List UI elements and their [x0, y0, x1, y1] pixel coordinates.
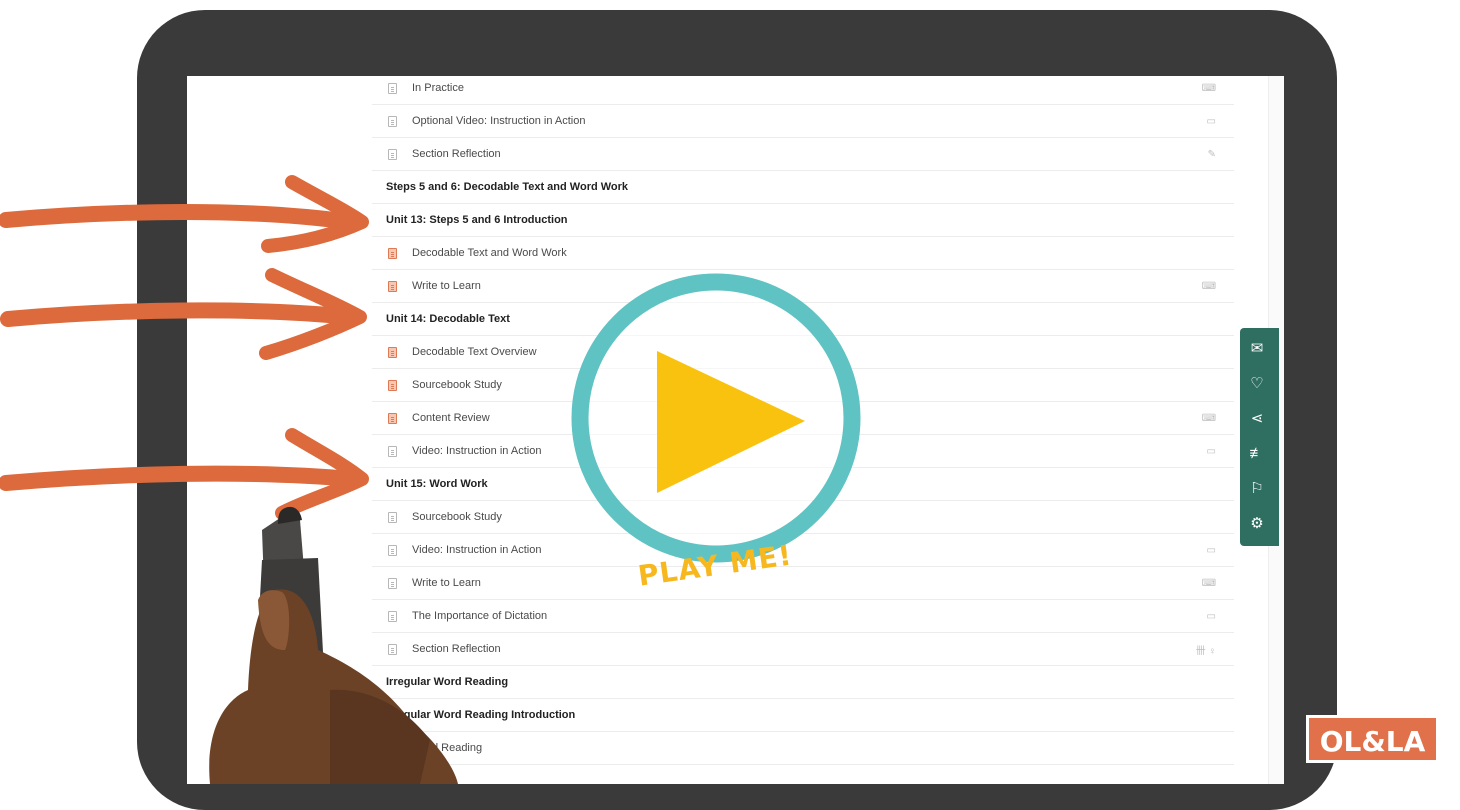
item-label: Irregular Word Reading: [386, 676, 509, 688]
item-label: Sourcebook Study: [412, 511, 502, 523]
item-label: Steps 5 and 6: Decodable Text and Word W…: [386, 181, 629, 193]
item-label: Irregular Word Reading Introduction: [386, 709, 576, 721]
document-icon: [388, 577, 397, 589]
content-type-icon: ⌨: [1201, 280, 1216, 292]
content-type-icon: ▭: [1206, 115, 1216, 127]
lesson-item[interactable]: In Practice ⌨: [372, 72, 1234, 105]
item-label: Write to Learn: [412, 280, 481, 292]
play-button[interactable]: [571, 273, 861, 563]
lesson-item[interactable]: The Importance of Dictation ▭: [372, 600, 1234, 633]
document-icon: [388, 82, 397, 94]
document-icon: [388, 148, 397, 160]
flag-icon[interactable]: ⚐: [1240, 480, 1274, 498]
content-type-icon: ▭: [1206, 610, 1216, 622]
lesson-item[interactable]: Write to Learn ⌨: [372, 567, 1234, 600]
item-label: Optional Video: Instruction in Action: [412, 115, 586, 127]
document-icon: [388, 610, 397, 622]
lesson-item[interactable]: Word Reading: [372, 732, 1234, 765]
content-type-icon: ▭: [1206, 445, 1216, 457]
item-label: In Practice: [412, 82, 464, 94]
document-icon: [388, 346, 397, 358]
action-sidebar: ✉ ♡ ⋖ ≢ ⚐ ⚙: [1240, 328, 1279, 546]
item-label: Word Reading: [412, 742, 483, 754]
item-label: Section Reflection: [412, 148, 501, 160]
document-icon: [388, 280, 397, 292]
section-header[interactable]: Irregular Word Reading: [372, 666, 1234, 699]
section-header[interactable]: Unit 13: Steps 5 and 6 Introduction: [372, 204, 1234, 237]
document-icon: [388, 544, 397, 556]
document-icon: [388, 445, 397, 457]
arrow-annotation-3: [0, 428, 369, 520]
item-label: Unit 13: Steps 5 and 6 Introduction: [386, 214, 568, 226]
share-icon[interactable]: ⋖: [1240, 410, 1274, 428]
lesson-item[interactable]: Optional Video: Instruction in Action ▭: [372, 105, 1234, 138]
content-type-icon: ▭: [1206, 544, 1216, 556]
item-label: Decodable Text and Word Work: [412, 247, 567, 259]
item-label: Decodable Text Overview: [412, 346, 537, 358]
item-label: Video: Instruction in Action: [412, 445, 542, 457]
document-icon: [388, 412, 397, 424]
item-label: Sourcebook Study: [412, 379, 502, 391]
item-label: Content Review: [412, 412, 490, 424]
brand-logo: OL&LA: [1306, 715, 1439, 763]
item-label: Section Reflection: [412, 643, 501, 655]
arrow-annotation-2: [0, 268, 367, 360]
document-icon: [388, 742, 397, 754]
document-icon: [388, 643, 397, 655]
content-type-icon: ⌨: [1201, 577, 1216, 589]
item-label: Video: Instruction in Action: [412, 544, 542, 556]
arrow-annotation-1: [0, 175, 369, 253]
lesson-item[interactable]: Section Reflection 卌 ♀: [372, 633, 1234, 666]
item-label: The Importance of Dictation: [412, 610, 548, 622]
mail-icon[interactable]: ✉: [1240, 340, 1274, 358]
section-header[interactable]: Irregular Word Reading Introduction: [372, 699, 1234, 732]
item-label: Unit 14: Decodable Text: [386, 313, 510, 325]
lesson-item[interactable]: Section Reflection ✎: [372, 138, 1234, 171]
lesson-item[interactable]: Decodable Text and Word Work: [372, 237, 1234, 270]
document-icon: [388, 247, 397, 259]
content-type-icon: ✎: [1207, 148, 1216, 160]
document-icon: [388, 379, 397, 391]
content-type-icon: ⌨: [1201, 412, 1216, 424]
item-label: Write to Learn: [412, 577, 481, 589]
document-icon: [388, 511, 397, 523]
add-to-list-icon[interactable]: ≢: [1240, 445, 1274, 463]
document-icon: [388, 115, 397, 127]
content-type-icon: ⌨: [1201, 82, 1216, 94]
section-header[interactable]: Steps 5 and 6: Decodable Text and Word W…: [372, 171, 1234, 204]
heart-icon[interactable]: ♡: [1240, 375, 1274, 393]
settings-icon[interactable]: ⚙: [1240, 515, 1274, 533]
item-label: Unit 15: Word Work: [386, 478, 488, 490]
content-type-icon: 卌 ♀: [1195, 645, 1216, 657]
